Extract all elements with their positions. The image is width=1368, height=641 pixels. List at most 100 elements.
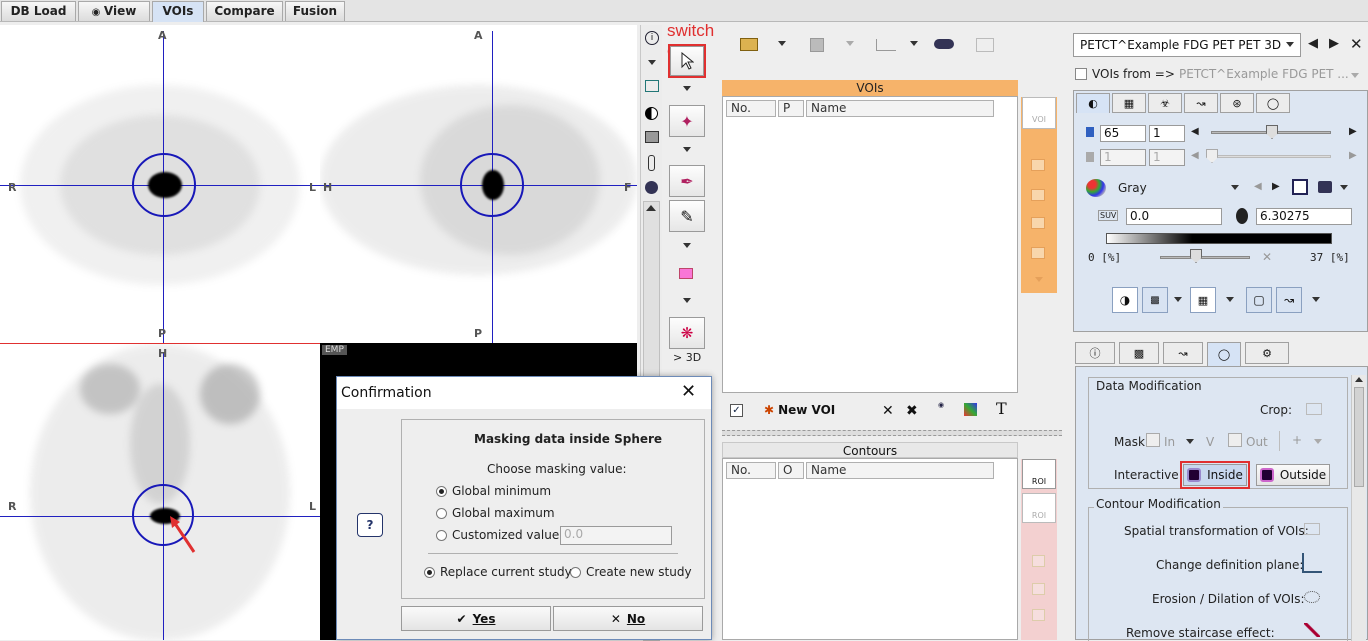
radio-customized-value[interactable] bbox=[436, 530, 447, 541]
crop-icon[interactable] bbox=[1306, 403, 1322, 415]
select-all-checkbox[interactable]: ✓ bbox=[730, 404, 743, 417]
frame2-prev-icon[interactable]: ◀ bbox=[1191, 150, 1199, 161]
delete-voi-icon[interactable] bbox=[1031, 247, 1045, 259]
vois-from-checkbox[interactable] bbox=[1075, 68, 1087, 80]
chevron-down-icon[interactable] bbox=[648, 60, 656, 65]
tab-curves[interactable]: ↝ bbox=[1163, 342, 1203, 364]
voi-outline-button[interactable]: ▢ bbox=[1246, 287, 1272, 313]
frame-step-field[interactable]: 1 bbox=[1149, 125, 1185, 142]
roi-button[interactable]: ROI bbox=[1022, 459, 1056, 489]
contrast-icon[interactable] bbox=[645, 107, 658, 120]
tab-view[interactable]: ◉ View bbox=[78, 1, 150, 21]
viewport-sagittal[interactable]: A P H F bbox=[320, 25, 637, 343]
chevron-down-icon[interactable] bbox=[683, 298, 691, 303]
open-folder-icon[interactable] bbox=[740, 38, 758, 51]
overlay-button[interactable]: ▩ bbox=[1142, 287, 1168, 313]
tab-compare[interactable]: Compare bbox=[206, 1, 283, 21]
chevron-down-icon[interactable] bbox=[1226, 297, 1234, 302]
print-icon[interactable] bbox=[645, 131, 659, 143]
chevron-down-icon[interactable] bbox=[683, 243, 691, 248]
colormap-prev-icon[interactable]: ◀ bbox=[1254, 181, 1262, 192]
color-icon[interactable] bbox=[964, 403, 977, 416]
previous-study-icon[interactable]: ◀ bbox=[1308, 36, 1318, 51]
frame2-value-field[interactable]: 1 bbox=[1100, 149, 1146, 166]
chevron-down-icon[interactable] bbox=[1231, 185, 1239, 190]
colormap-bar[interactable] bbox=[1106, 233, 1332, 244]
save-icon[interactable] bbox=[810, 38, 824, 52]
mask-in-icon[interactable] bbox=[1146, 433, 1160, 447]
mask-out-icon[interactable] bbox=[1228, 433, 1242, 447]
chevron-down-icon[interactable] bbox=[683, 147, 691, 152]
vois-table[interactable]: No. P Name bbox=[722, 96, 1018, 393]
move-voi-button[interactable]: VOI bbox=[1022, 97, 1056, 129]
tab-settings[interactable]: ⚙ bbox=[1245, 342, 1289, 364]
next-study-icon[interactable]: ▶ bbox=[1329, 36, 1339, 51]
customized-value-field[interactable]: 0.0 bbox=[560, 526, 672, 545]
erosion-icon[interactable] bbox=[1304, 591, 1320, 603]
chevron-down-icon[interactable] bbox=[1314, 439, 1322, 444]
viewport-coronal[interactable]: H R L bbox=[0, 343, 320, 640]
tools-scrollbar[interactable] bbox=[1351, 375, 1366, 641]
to-3d-label[interactable]: > 3D bbox=[673, 351, 701, 364]
column-header-name[interactable]: Name bbox=[806, 100, 994, 117]
help-icon[interactable]: ? bbox=[357, 513, 383, 537]
label-button[interactable]: ↝ bbox=[1276, 287, 1302, 313]
pen-tool-button[interactable]: ✒ bbox=[669, 165, 705, 197]
staircase-icon[interactable] bbox=[1304, 623, 1320, 637]
probe-icon[interactable] bbox=[648, 155, 655, 171]
info-icon[interactable]: i bbox=[645, 31, 659, 45]
chevron-down-icon[interactable] bbox=[1286, 42, 1294, 47]
frame2-step-field[interactable]: 1 bbox=[1149, 149, 1185, 166]
paste-voi-icon[interactable] bbox=[1031, 189, 1045, 201]
tab-plot[interactable]: ↝ bbox=[1184, 93, 1218, 113]
tab-probe[interactable]: ◯ bbox=[1256, 93, 1290, 113]
inside-button[interactable]: Inside bbox=[1183, 464, 1247, 486]
spatial-transform-icon[interactable] bbox=[1304, 523, 1320, 535]
text-icon[interactable]: T bbox=[996, 399, 1007, 418]
auto-contour-tool-button[interactable]: ❋ bbox=[669, 317, 705, 349]
axis-icon[interactable] bbox=[1302, 553, 1322, 573]
tab-db-load[interactable]: DB Load bbox=[1, 1, 76, 21]
no-button[interactable]: ✕ No bbox=[553, 606, 703, 631]
lower-threshold-field[interactable]: 0.0 bbox=[1126, 208, 1222, 225]
delete-all-icon[interactable]: ✖ bbox=[906, 403, 918, 419]
grid-button[interactable]: ▦ bbox=[1190, 287, 1216, 313]
radio-global-minimum[interactable] bbox=[436, 486, 447, 497]
chevron-down-icon[interactable] bbox=[1035, 277, 1043, 282]
reset-icon[interactable]: ✕ bbox=[1262, 250, 1272, 264]
radio-create-study[interactable] bbox=[570, 567, 581, 578]
layout-icon[interactable] bbox=[645, 80, 659, 92]
tab-fusion[interactable]: Fusion bbox=[285, 1, 345, 21]
chevron-down-icon[interactable] bbox=[1186, 439, 1194, 444]
histogram-icon[interactable] bbox=[876, 39, 896, 51]
gamma-slider[interactable] bbox=[1160, 256, 1250, 259]
frame-prev-icon[interactable]: ◀ bbox=[1191, 126, 1199, 137]
upper-threshold-field[interactable]: 6.30275 bbox=[1256, 208, 1352, 225]
tab-info[interactable]: ⓘ bbox=[1075, 342, 1115, 364]
column-header-o[interactable]: O bbox=[778, 462, 804, 479]
radio-global-maximum[interactable] bbox=[436, 508, 447, 519]
tab-statistics[interactable]: ▩ bbox=[1119, 342, 1159, 364]
move-roi-button[interactable]: ROI bbox=[1022, 493, 1056, 523]
yes-button[interactable]: ✔ Yes bbox=[401, 606, 551, 631]
contours-table[interactable]: No. O Name bbox=[722, 458, 1018, 640]
chevron-down-icon[interactable] bbox=[683, 86, 691, 91]
viewport-axial[interactable]: A P R L bbox=[0, 25, 320, 343]
export-icon[interactable] bbox=[976, 38, 994, 52]
tab-tools[interactable]: ◯ bbox=[1207, 342, 1241, 366]
colorbar-icon[interactable] bbox=[1318, 181, 1332, 193]
tab-signal[interactable]: ⊛ bbox=[1220, 93, 1254, 113]
settings-icon[interactable] bbox=[645, 181, 658, 194]
mirror-voi-icon[interactable] bbox=[1031, 217, 1045, 229]
tools-icon[interactable] bbox=[934, 39, 954, 49]
colormap-value[interactable]: Gray bbox=[1118, 181, 1147, 195]
chevron-down-icon[interactable] bbox=[910, 41, 918, 46]
new-voi-button[interactable]: ✱ New VOI bbox=[764, 403, 835, 417]
copy-roi-icon[interactable] bbox=[1032, 555, 1045, 567]
cube-icon[interactable] bbox=[679, 268, 693, 279]
invert-icon[interactable] bbox=[1292, 179, 1308, 195]
copy-voi-icon[interactable] bbox=[1031, 159, 1045, 171]
add-icon[interactable]: + bbox=[1292, 433, 1302, 447]
frame-next-icon[interactable]: ▶ bbox=[1349, 126, 1357, 137]
frame-value-field[interactable]: 65 bbox=[1100, 125, 1146, 142]
